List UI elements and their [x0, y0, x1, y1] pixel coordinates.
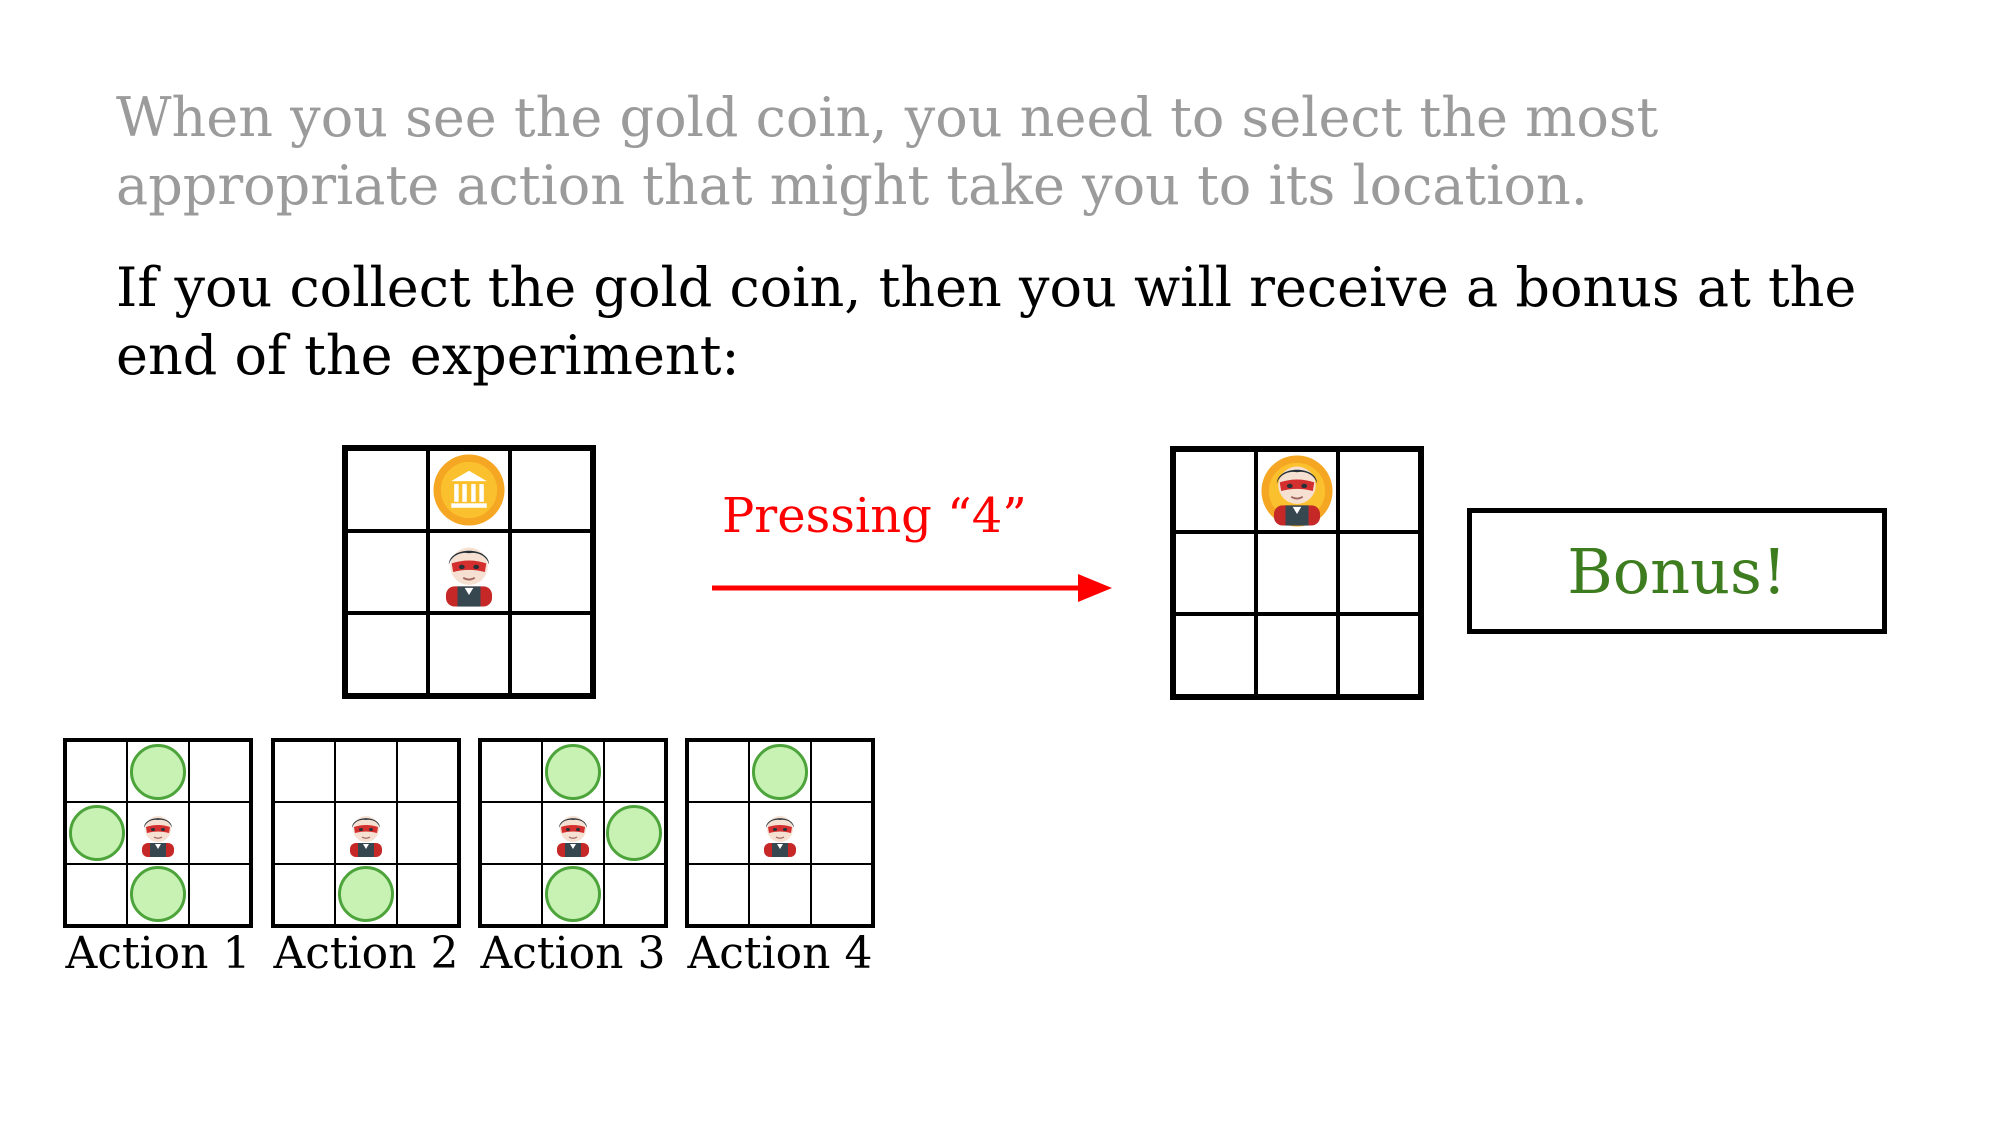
- action-4-label: Action 4: [687, 928, 873, 979]
- grid-cell: [603, 863, 665, 925]
- bonus-rule-text: If you collect the gold coin, then you w…: [116, 256, 1857, 387]
- action-4-grid: [685, 738, 875, 928]
- target-circle: [606, 804, 663, 861]
- intro-text: When you see the gold coin, you need to …: [116, 86, 1659, 217]
- grid-cell: [396, 741, 458, 803]
- grid-cell: [396, 802, 458, 864]
- grid-cell: [188, 741, 250, 803]
- action-2-grid: [271, 738, 461, 928]
- grid-cell: [603, 802, 665, 864]
- superhero-icon: [763, 815, 796, 857]
- grid-cell: [810, 741, 872, 803]
- superhero-icon: [141, 815, 174, 857]
- gold-coin-icon: [433, 454, 505, 526]
- grid-cell: [1256, 614, 1338, 696]
- grid-cell: [274, 802, 336, 864]
- grid-cell: [1174, 532, 1256, 614]
- grid-cell: [346, 613, 428, 695]
- grid-cell: [428, 613, 510, 695]
- target-circle: [129, 866, 186, 923]
- action-3-label: Action 3: [480, 928, 666, 979]
- grid-before: [342, 445, 596, 699]
- grid-cell: [274, 741, 336, 803]
- grid-cell: [542, 741, 604, 803]
- target-circle: [337, 866, 394, 923]
- target-circle: [129, 743, 186, 800]
- grid-cell: [481, 741, 543, 803]
- grid-cell: [810, 863, 872, 925]
- grid-cell-agent: [542, 802, 604, 864]
- target-circle: [68, 804, 125, 861]
- grid-after: [1170, 446, 1424, 700]
- grid-cell: [1338, 614, 1420, 696]
- grid-cell: [335, 741, 397, 803]
- grid-cell: [66, 863, 128, 925]
- right-arrow-icon: [712, 574, 1112, 602]
- grid-cell: [510, 449, 592, 531]
- grid-cell: [749, 741, 811, 803]
- grid-cell: [1338, 450, 1420, 532]
- grid-cell: [603, 741, 665, 803]
- grid-cell: [510, 531, 592, 613]
- grid-cell: [188, 863, 250, 925]
- bonus-label: Bonus!: [1567, 534, 1787, 608]
- grid-cell-coin: [428, 449, 510, 531]
- grid-cell: [274, 863, 336, 925]
- grid-cell: [396, 863, 458, 925]
- action-1-grid: [63, 738, 253, 928]
- grid-cell: [346, 531, 428, 613]
- grid-cell: [1338, 532, 1420, 614]
- grid-cell: [127, 741, 189, 803]
- bonus-box: Bonus!: [1467, 508, 1887, 634]
- grid-cell: [481, 863, 543, 925]
- grid-cell-agent: [127, 802, 189, 864]
- grid-cell: [510, 613, 592, 695]
- grid-cell-agent: [335, 802, 397, 864]
- action-2-label: Action 2: [273, 928, 459, 979]
- target-circle: [544, 866, 601, 923]
- target-circle: [751, 743, 808, 800]
- grid-cell: [688, 802, 750, 864]
- grid-cell-agent-on-coin: [1256, 450, 1338, 532]
- grid-cell: [1174, 450, 1256, 532]
- grid-cell: [335, 863, 397, 925]
- grid-cell: [66, 802, 128, 864]
- target-circle: [544, 743, 601, 800]
- grid-cell: [810, 802, 872, 864]
- grid-cell: [188, 802, 250, 864]
- grid-cell-agent: [428, 531, 510, 613]
- superhero-icon: [556, 815, 589, 857]
- grid-cell: [1174, 614, 1256, 696]
- action-3-grid: [478, 738, 668, 928]
- grid-cell: [346, 449, 428, 531]
- superhero-icon: [1273, 466, 1321, 526]
- grid-cell: [127, 863, 189, 925]
- superhero-icon: [349, 815, 382, 857]
- grid-cell-agent: [749, 802, 811, 864]
- pressing-label: Pressing “4”: [722, 488, 1027, 544]
- grid-cell: [749, 863, 811, 925]
- grid-cell: [688, 863, 750, 925]
- grid-cell: [1256, 532, 1338, 614]
- grid-cell: [66, 741, 128, 803]
- grid-cell: [542, 863, 604, 925]
- superhero-icon: [445, 547, 493, 607]
- grid-cell: [688, 741, 750, 803]
- grid-cell: [481, 802, 543, 864]
- action-1-label: Action 1: [65, 928, 251, 979]
